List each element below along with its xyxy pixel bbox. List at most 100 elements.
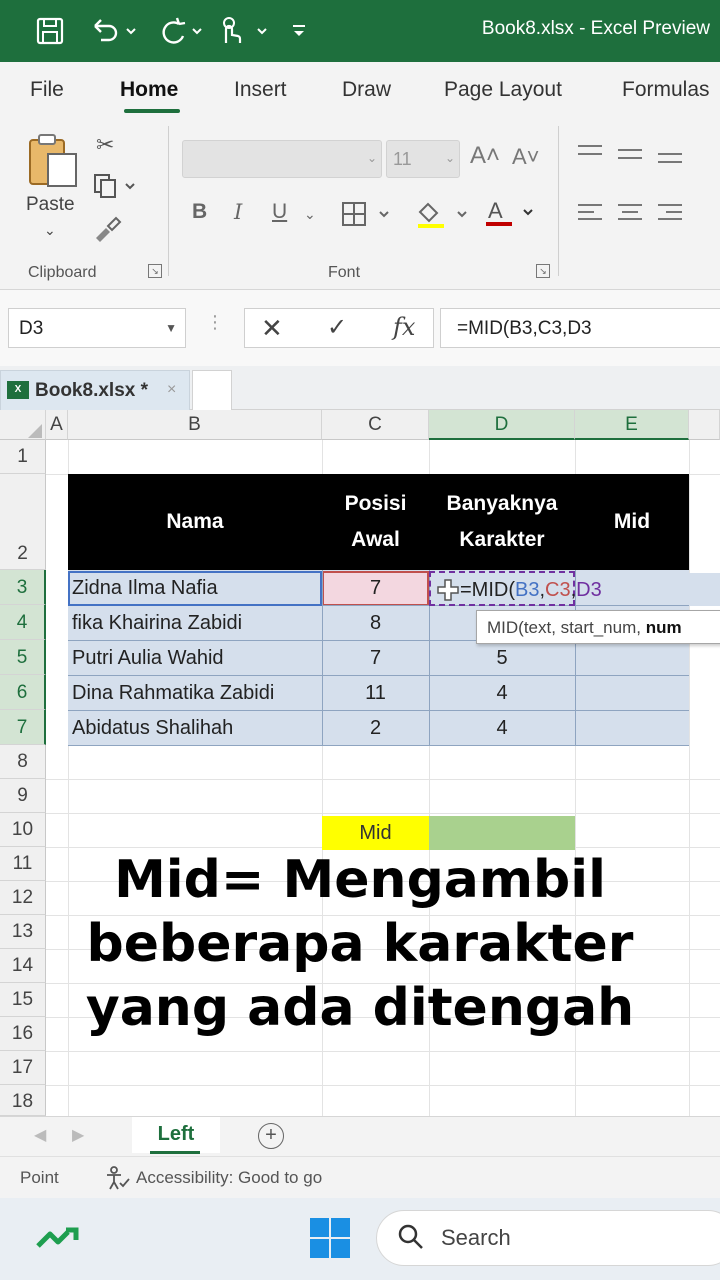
align-left-icon[interactable] bbox=[576, 202, 696, 234]
cell-banyak[interactable]: 4 bbox=[429, 711, 575, 745]
grow-font-icon[interactable]: A˄ bbox=[470, 142, 500, 170]
tab-draw[interactable]: Draw bbox=[342, 78, 391, 102]
cell-nama[interactable]: Abidatus Shalihah bbox=[72, 711, 233, 745]
column-header-d[interactable]: D bbox=[429, 410, 575, 440]
paste-button[interactable]: Paste bbox=[26, 194, 75, 216]
cut-icon[interactable]: ✂ bbox=[96, 132, 114, 158]
windows-start-icon[interactable] bbox=[308, 1216, 352, 1260]
chevron-down-icon[interactable]: ⌄ bbox=[304, 206, 316, 223]
font-color-icon[interactable]: A bbox=[484, 196, 540, 236]
more-options-icon[interactable]: ⋮ bbox=[206, 312, 224, 333]
underline-button[interactable]: U bbox=[272, 200, 287, 224]
header-posisi-awal[interactable]: Posisi Awal bbox=[322, 474, 429, 570]
accessibility-icon[interactable] bbox=[104, 1165, 130, 1197]
insert-function-icon[interactable]: fx bbox=[393, 313, 415, 341]
column-header-c[interactable]: C bbox=[322, 410, 429, 440]
bold-button[interactable]: B bbox=[192, 200, 207, 224]
search-placeholder: Search bbox=[441, 1225, 511, 1250]
taskbar-search[interactable]: Search bbox=[376, 1210, 720, 1266]
cell-nama[interactable]: Putri Aulia Wahid bbox=[72, 641, 224, 675]
workbook-tab[interactable]: X Book8.xlsx * × bbox=[0, 370, 190, 410]
cell-posisi[interactable]: 7 bbox=[322, 571, 429, 605]
row-header[interactable]: 17 bbox=[0, 1051, 46, 1085]
row-header[interactable]: 5 bbox=[0, 640, 46, 675]
touch-mode-icon[interactable] bbox=[212, 14, 272, 48]
add-sheet-button[interactable]: + bbox=[258, 1123, 284, 1149]
fill-color-icon[interactable] bbox=[414, 198, 472, 236]
cell-posisi[interactable]: 7 bbox=[322, 641, 429, 675]
align-top-icon[interactable] bbox=[576, 142, 696, 174]
dialog-launcher-icon[interactable]: ↘ bbox=[148, 264, 162, 278]
select-all-corner[interactable] bbox=[0, 410, 46, 440]
new-tab-button[interactable] bbox=[192, 370, 232, 410]
row-header[interactable]: 4 bbox=[0, 605, 46, 640]
accessibility-status[interactable]: Accessibility: Good to go bbox=[136, 1168, 322, 1188]
column-header-e[interactable]: E bbox=[575, 410, 689, 440]
mid-result-cell[interactable] bbox=[429, 816, 575, 850]
enter-icon[interactable]: ✓ bbox=[327, 313, 347, 342]
column-header-f[interactable] bbox=[689, 410, 720, 440]
italic-button[interactable]: I bbox=[234, 200, 242, 224]
cell-posisi[interactable]: 2 bbox=[322, 711, 429, 745]
header-mid[interactable]: Mid bbox=[575, 474, 689, 570]
formula-ref-d3: D3 bbox=[576, 579, 602, 601]
tab-home[interactable]: Home bbox=[120, 78, 178, 102]
tab-formulas[interactable]: Formulas bbox=[622, 78, 710, 102]
tab-page-layout[interactable]: Page Layout bbox=[444, 78, 562, 102]
font-size-value: 11 bbox=[393, 149, 412, 169]
save-icon[interactable] bbox=[30, 14, 70, 48]
cancel-icon[interactable]: ✕ bbox=[261, 313, 283, 344]
row-header[interactable]: 7 bbox=[0, 710, 46, 745]
row-header[interactable]: 2 bbox=[0, 474, 46, 570]
row-header[interactable]: 1 bbox=[0, 440, 46, 474]
copy-icon[interactable] bbox=[92, 172, 136, 206]
row-header[interactable]: 10 bbox=[0, 813, 46, 847]
tab-insert[interactable]: Insert bbox=[234, 78, 287, 102]
cell-nama[interactable]: Zidna Ilma Nafia bbox=[72, 571, 218, 605]
column-header-b[interactable]: B bbox=[68, 410, 322, 440]
paste-icon[interactable] bbox=[26, 132, 80, 188]
tab-file[interactable]: File bbox=[30, 78, 64, 102]
formula-input[interactable]: =MID(B3,C3,D3 bbox=[440, 308, 720, 348]
chevron-down-icon: ▼ bbox=[165, 321, 177, 335]
mid-label-cell[interactable]: Mid bbox=[322, 816, 429, 850]
redo-icon[interactable] bbox=[150, 14, 206, 48]
cell-posisi[interactable]: 11 bbox=[322, 676, 429, 710]
font-name-box[interactable]: ⌄ bbox=[182, 140, 382, 178]
cell-banyak[interactable]: 4 bbox=[429, 676, 575, 710]
borders-icon[interactable] bbox=[340, 200, 392, 234]
sheet-tab-left[interactable]: Left bbox=[132, 1117, 220, 1153]
header-nama[interactable]: Nama bbox=[68, 474, 322, 570]
cell-nama[interactable]: Dina Rahmatika Zabidi bbox=[72, 676, 274, 710]
close-icon[interactable]: × bbox=[167, 381, 176, 399]
row-header[interactable]: 3 bbox=[0, 570, 46, 605]
name-box[interactable]: D3 ▼ bbox=[8, 308, 186, 348]
row-header[interactable]: 18 bbox=[0, 1085, 46, 1116]
header-text: Banyaknya bbox=[446, 492, 558, 515]
format-painter-icon[interactable] bbox=[92, 216, 122, 250]
chevron-down-icon: ⌄ bbox=[366, 151, 377, 165]
row-header[interactable]: 8 bbox=[0, 745, 46, 779]
chevron-left-icon[interactable]: ◀ bbox=[34, 1125, 46, 1145]
dialog-launcher-icon[interactable]: ↘ bbox=[536, 264, 550, 278]
chevron-right-icon[interactable]: ▶ bbox=[72, 1125, 84, 1145]
cell-posisi[interactable]: 8 bbox=[322, 606, 429, 640]
header-banyaknya-karakter[interactable]: Banyaknya Karakter bbox=[429, 474, 575, 570]
shrink-font-icon[interactable]: A˅ bbox=[512, 144, 540, 170]
widgets-icon[interactable] bbox=[36, 1226, 80, 1250]
cell-formula-edit[interactable]: =MID(B3,C3,D3 bbox=[460, 573, 602, 607]
row-header[interactable]: 9 bbox=[0, 779, 46, 813]
title-bar: Book8.xlsx - Excel Preview bbox=[0, 0, 720, 62]
sheet-tabs-bar: ◀ ▶ Left + bbox=[0, 1116, 720, 1156]
column-header-a[interactable]: A bbox=[46, 410, 68, 440]
search-icon bbox=[397, 1223, 425, 1251]
row-header[interactable]: 6 bbox=[0, 675, 46, 710]
font-size-box[interactable]: 11 ⌄ bbox=[386, 140, 460, 178]
cell-nama[interactable]: fika Khairina Zabidi bbox=[72, 606, 242, 640]
workbook-tabs: X Book8.xlsx * × bbox=[0, 366, 720, 410]
cell-banyak[interactable]: 5 bbox=[429, 641, 575, 675]
excel-file-icon: X bbox=[7, 381, 29, 399]
undo-icon[interactable] bbox=[84, 14, 140, 48]
chevron-down-icon[interactable]: ⌄ bbox=[44, 222, 56, 239]
customize-icon[interactable] bbox=[284, 14, 314, 48]
